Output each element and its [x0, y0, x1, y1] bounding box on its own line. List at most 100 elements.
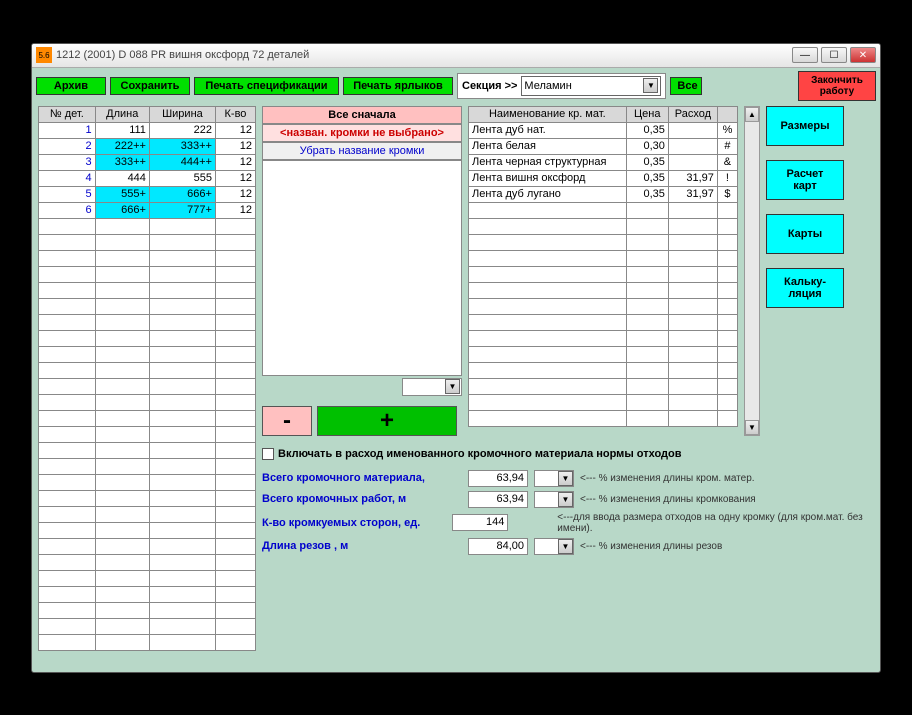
- archive-button[interactable]: Архив: [36, 77, 106, 95]
- include-waste-checkbox[interactable]: [262, 448, 274, 460]
- table-row[interactable]: [39, 474, 256, 490]
- edge-not-selected[interactable]: <назван. кромки не выбрано>: [262, 124, 462, 142]
- table-row[interactable]: [469, 250, 738, 266]
- minimize-button[interactable]: —: [792, 47, 818, 63]
- table-row[interactable]: Лента дуб лугано0,3531,97$: [469, 186, 738, 202]
- table-row[interactable]: [39, 506, 256, 522]
- table-row[interactable]: [39, 234, 256, 250]
- table-row[interactable]: [469, 346, 738, 362]
- table-row[interactable]: [469, 282, 738, 298]
- print-spec-button[interactable]: Печать спецификации: [194, 77, 339, 95]
- table-row[interactable]: Лента дуб нат.0,35%: [469, 122, 738, 138]
- calc-maps-button[interactable]: Расчет карт: [766, 160, 844, 200]
- toolbar: Архив Сохранить Печать спецификации Печа…: [32, 68, 880, 104]
- table-row[interactable]: [39, 282, 256, 298]
- table-row[interactable]: [39, 394, 256, 410]
- summary-select[interactable]: ▼: [534, 491, 574, 508]
- table-row[interactable]: [469, 314, 738, 330]
- titlebar: 5.6 1212 (2001) D 088 PR вишня оксфорд 7…: [32, 44, 880, 68]
- side-buttons: Размеры Расчет карт Карты Кальку- ляция: [766, 106, 844, 436]
- table-row[interactable]: 6666+777+12: [39, 202, 256, 218]
- table-row[interactable]: [39, 218, 256, 234]
- table-row[interactable]: 444455512: [39, 170, 256, 186]
- app-window: 5.6 1212 (2001) D 088 PR вишня оксфорд 7…: [31, 43, 881, 673]
- chevron-down-icon: ▼: [558, 539, 573, 554]
- minus-button[interactable]: -: [262, 406, 312, 436]
- table-row[interactable]: [469, 266, 738, 282]
- calculation-button[interactable]: Кальку- ляция: [766, 268, 844, 308]
- close-button[interactable]: ✕: [850, 47, 876, 63]
- materials-table[interactable]: Наименование кр. мат.ЦенаРасходЛента дуб…: [468, 106, 738, 427]
- maximize-button[interactable]: ☐: [821, 47, 847, 63]
- print-labels-button[interactable]: Печать ярлыков: [343, 77, 453, 95]
- table-row[interactable]: [39, 314, 256, 330]
- table-row[interactable]: [39, 538, 256, 554]
- scrollbar[interactable]: ▲ ▼: [744, 106, 760, 436]
- parts-table[interactable]: № дет.ДлинаШиринаК-во1111222122222++333+…: [38, 106, 256, 651]
- scroll-down-icon[interactable]: ▼: [745, 420, 759, 435]
- table-row[interactable]: [469, 298, 738, 314]
- summary-select[interactable]: ▼: [534, 538, 574, 555]
- table-row[interactable]: [39, 442, 256, 458]
- plus-button[interactable]: +: [317, 406, 457, 436]
- edge-list[interactable]: [262, 160, 462, 376]
- table-row[interactable]: 3333++444++12: [39, 154, 256, 170]
- table-row[interactable]: Лента белая0,30#: [469, 138, 738, 154]
- table-row[interactable]: Лента черная структурная0,35&: [469, 154, 738, 170]
- scroll-up-icon[interactable]: ▲: [745, 107, 759, 122]
- edge-panel: Все сначала <назван. кромки не выбрано> …: [262, 106, 462, 436]
- table-row[interactable]: [469, 234, 738, 250]
- summary-value[interactable]: 84,00: [468, 538, 528, 555]
- table-row[interactable]: [469, 330, 738, 346]
- table-row[interactable]: Лента вишня оксфорд0,3531,97!: [469, 170, 738, 186]
- table-row[interactable]: [39, 602, 256, 618]
- remove-edge-button[interactable]: Убрать название кромки: [262, 142, 462, 160]
- table-row[interactable]: [39, 586, 256, 602]
- table-row[interactable]: [39, 266, 256, 282]
- finish-button[interactable]: Закончить работу: [798, 71, 876, 101]
- summary-value[interactable]: 63,94: [468, 470, 528, 487]
- summary-hint: <---для ввода размера отходов на одну кр…: [557, 512, 874, 534]
- table-row[interactable]: [39, 346, 256, 362]
- table-row[interactable]: [469, 218, 738, 234]
- table-row[interactable]: [39, 554, 256, 570]
- table-row[interactable]: [39, 490, 256, 506]
- table-row[interactable]: [39, 618, 256, 634]
- summary-value[interactable]: 144: [452, 514, 508, 531]
- table-row[interactable]: [39, 378, 256, 394]
- summary-select[interactable]: ▼: [534, 470, 574, 487]
- all-button[interactable]: Все: [670, 77, 702, 95]
- col-header: № дет.: [39, 106, 96, 122]
- table-row[interactable]: 2222++333++12: [39, 138, 256, 154]
- summary-area: Включать в расход именованного кромочног…: [262, 448, 874, 559]
- table-row[interactable]: 5555+666+12: [39, 186, 256, 202]
- table-row[interactable]: [39, 634, 256, 650]
- edge-small-select[interactable]: ▼: [402, 378, 462, 396]
- table-row[interactable]: [39, 458, 256, 474]
- summary-value[interactable]: 63,94: [468, 491, 528, 508]
- save-button[interactable]: Сохранить: [110, 77, 190, 95]
- table-row[interactable]: 111122212: [39, 122, 256, 138]
- maps-button[interactable]: Карты: [766, 214, 844, 254]
- window-title: 1212 (2001) D 088 PR вишня оксфорд 72 де…: [56, 49, 792, 61]
- table-row[interactable]: [469, 394, 738, 410]
- table-row[interactable]: [39, 570, 256, 586]
- col-header: Цена: [626, 106, 668, 122]
- table-row[interactable]: [469, 202, 738, 218]
- table-row[interactable]: [469, 378, 738, 394]
- table-row[interactable]: [469, 410, 738, 426]
- col-header: Наименование кр. мат.: [469, 106, 627, 122]
- restart-button[interactable]: Все сначала: [262, 106, 462, 124]
- table-row[interactable]: [39, 250, 256, 266]
- sizes-button[interactable]: Размеры: [766, 106, 844, 146]
- section-select[interactable]: Меламин ▼: [521, 76, 661, 96]
- table-row[interactable]: [39, 426, 256, 442]
- table-row[interactable]: [39, 410, 256, 426]
- col-header: [717, 106, 737, 122]
- table-row[interactable]: [469, 362, 738, 378]
- summary-row: Длина резов , м84,00▼<--- % изменения дл…: [262, 538, 874, 555]
- table-row[interactable]: [39, 522, 256, 538]
- table-row[interactable]: [39, 298, 256, 314]
- table-row[interactable]: [39, 362, 256, 378]
- table-row[interactable]: [39, 330, 256, 346]
